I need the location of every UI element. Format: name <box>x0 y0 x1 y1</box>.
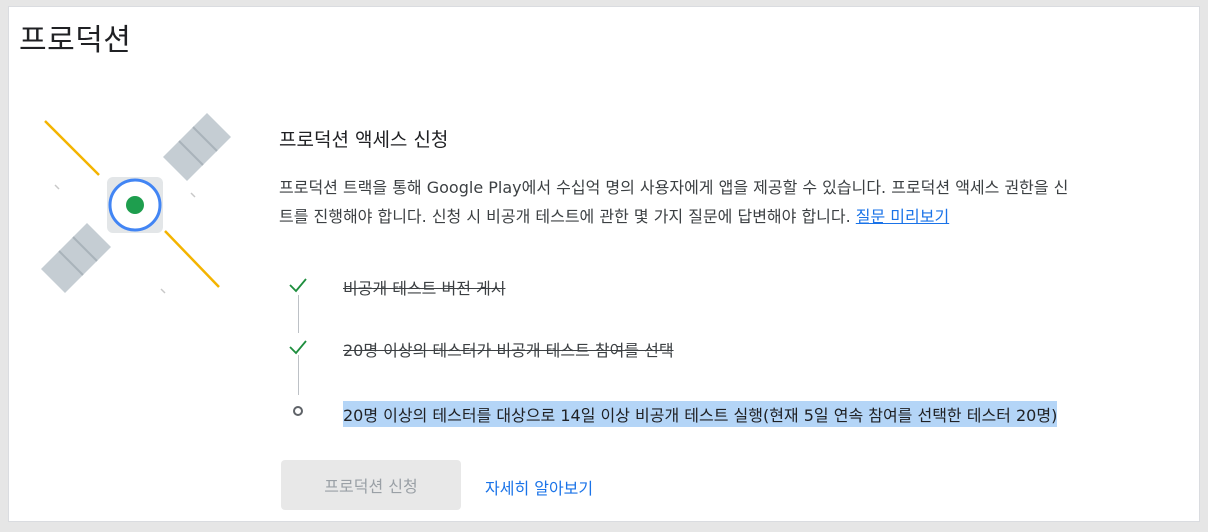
section-title: 프로덕션 액세스 신청 <box>279 129 449 151</box>
solar-panel-upper <box>163 113 231 181</box>
checklist-item-label: 20명 이상의 테스터가 비공개 테스트 참여를 선택 <box>343 341 674 360</box>
section-description: 프로덕션 트랙을 통해 Google Play에서 수십억 명의 사용자에게 앱… <box>279 173 1199 231</box>
learn-more-link[interactable]: 자세히 알아보기 <box>485 475 593 499</box>
description-line-2-text: 트를 진행해야 합니다. 신청 시 비공개 테스트에 관한 몇 가지 질문에 답… <box>279 207 851 226</box>
page-title: 프로덕션 <box>19 23 132 58</box>
check-icon <box>289 340 307 355</box>
tick-2 <box>190 192 196 198</box>
beam-bottom-right <box>164 230 220 288</box>
preview-questions-link[interactable]: 질문 미리보기 <box>856 207 949 226</box>
description-line-1: 프로덕션 트랙을 통해 Google Play에서 수십억 명의 사용자에게 앱… <box>279 178 1069 197</box>
checklist-item-14-day-test: 20명 이상의 테스터를 대상으로 14일 이상 비공개 테스트 실행(현재 5… <box>279 397 1199 427</box>
check-icon <box>289 278 307 293</box>
apply-production-button[interactable]: 프로덕션 신청 <box>281 460 461 510</box>
requirements-checklist: 비공개 테스트 버전 게시 20명 이상의 테스터가 비공개 테스트 참여를 선… <box>279 263 1199 433</box>
checklist-connector-1 <box>298 295 299 333</box>
tick-1 <box>54 184 60 190</box>
checklist-connector-2 <box>298 355 299 395</box>
satellite-illustration <box>41 113 231 294</box>
description-line-2: 트를 진행해야 합니다. 신청 시 비공개 테스트에 관한 몇 가지 질문에 답… <box>279 202 1199 231</box>
circle-outline-icon <box>293 406 303 416</box>
tick-3 <box>160 288 166 294</box>
production-card: 프로덕션 프로덕션 액세스 신청 프로덕션 트랙을 통해 Google Play… <box>8 6 1200 522</box>
checklist-item-label: 비공개 테스트 버전 게시 <box>343 279 506 298</box>
solar-panel-lower <box>41 223 111 293</box>
checklist-item-testers-optin: 20명 이상의 테스터가 비공개 테스트 참여를 선택 <box>279 333 1199 361</box>
satellite-core <box>126 196 144 214</box>
checklist-item-label: 20명 이상의 테스터를 대상으로 14일 이상 비공개 테스트 실행(현재 5… <box>343 401 1058 427</box>
beam-top-left <box>44 120 100 176</box>
checklist-item-publish: 비공개 테스트 버전 게시 <box>279 271 1199 299</box>
